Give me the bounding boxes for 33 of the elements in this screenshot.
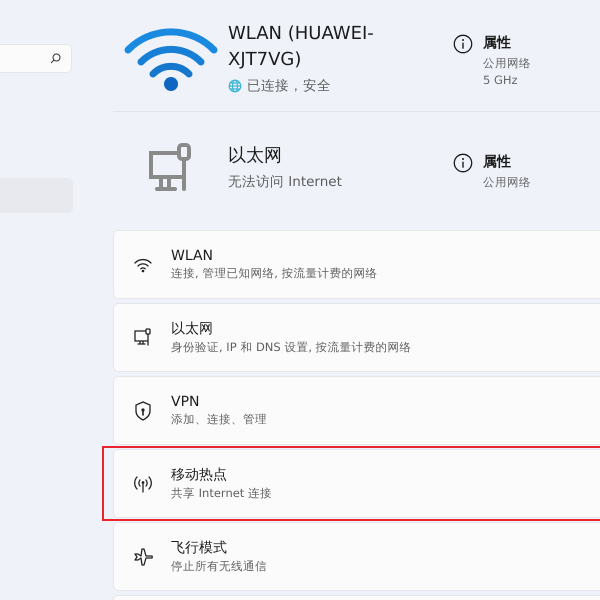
airplane-icon [132,546,154,566]
card-subtitle: 添加、连接、管理 [171,412,267,427]
card-title: VPN [171,394,200,410]
card-subtitle: 身份验证, IP 和 DNS 设置, 按流量计费的网络 [171,340,412,355]
card-title: 以太网 [171,320,214,338]
info-icon[interactable] [453,153,473,173]
connection-status: 已连接，安全 [228,77,453,95]
settings-card[interactable]: 以太网 身份验证, IP 和 DNS 设置, 按流量计费的网络 [113,303,600,372]
properties-link[interactable]: 属性 [483,153,531,171]
card-title: WLAN [171,248,214,264]
properties-link[interactable]: 属性 [483,34,531,52]
search-field[interactable] [0,44,72,73]
antenna-icon [132,474,154,494]
network-detail: 5 GHz [483,72,519,88]
network-name: WLAN (HUAWEI-XJT7VG) [228,22,375,72]
network-detail: 公用网络 [483,54,531,72]
network-name: 以太网 [228,144,283,168]
wifi-icon [132,256,152,272]
search-icon [50,53,61,64]
connection-status: 无法访问 Internet [228,173,343,191]
card-subtitle: 连接, 管理已知网络, 按流量计费的网络 [171,266,378,281]
settings-card[interactable]: WLAN 连接, 管理已知网络, 按流量计费的网络 [113,230,600,299]
card-title: 飞行模式 [171,539,228,557]
network-detail: 公用网络 [483,174,531,191]
info-icon[interactable] [453,34,473,54]
card-title: 移动热点 [171,466,228,484]
card-subtitle: 共享 Internet 连接 [171,486,272,501]
settings-card[interactable]: VPN 添加、连接、管理 [113,376,600,445]
computer-cable-icon [132,328,152,348]
settings-card[interactable]: 飞行模式 停止所有无线通信 [113,522,600,591]
shield-icon [134,400,152,420]
card-subtitle: 停止所有无线通信 [171,559,267,574]
globe-icon [228,79,242,93]
